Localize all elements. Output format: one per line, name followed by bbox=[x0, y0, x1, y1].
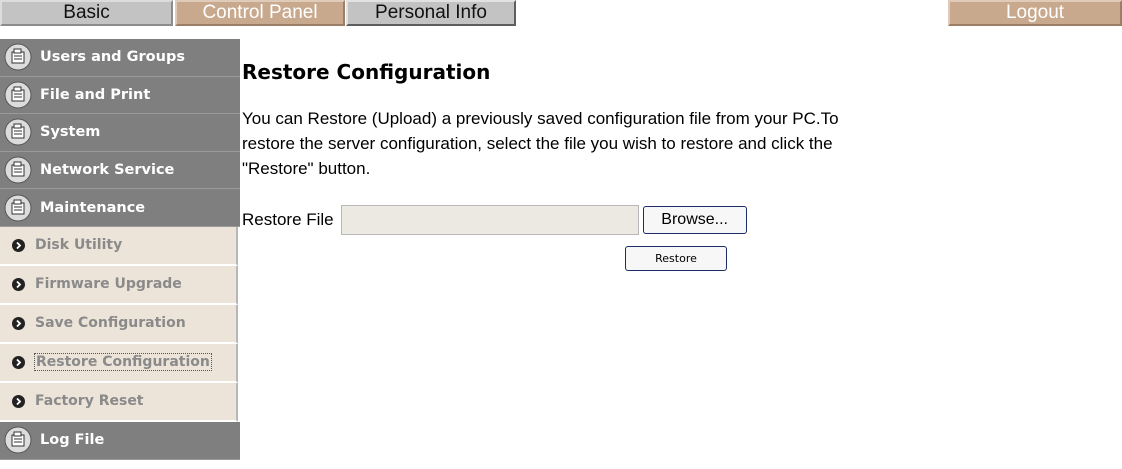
arrow-bullet-icon bbox=[12, 238, 25, 252]
arrow-bullet-icon bbox=[12, 316, 25, 330]
browse-button[interactable]: Browse... bbox=[642, 206, 747, 234]
sidebar-item-label: Restore Configuration bbox=[34, 353, 212, 372]
description-line: restore the server configuration, select… bbox=[242, 134, 833, 153]
folder-icon bbox=[4, 426, 32, 454]
sidebar-item-label: Save Configuration bbox=[35, 315, 186, 332]
folder-icon bbox=[4, 194, 32, 222]
sidebar-item-label: Network Service bbox=[40, 162, 175, 179]
sidebar-item-label: Firmware Upgrade bbox=[35, 276, 182, 293]
description-line: You can Restore (Upload) a previously sa… bbox=[242, 109, 839, 128]
sidebar-item-users-and-groups[interactable]: Users and Groups bbox=[0, 39, 240, 77]
sidebar-item-label: Maintenance bbox=[40, 199, 146, 216]
sidebar-item-restore-configuration[interactable]: Restore Configuration bbox=[0, 343, 238, 383]
arrow-bullet-icon bbox=[12, 277, 25, 291]
folder-icon bbox=[4, 43, 32, 71]
restore-button[interactable]: Restore bbox=[625, 246, 727, 271]
sidebar-item-network-service[interactable]: Network Service bbox=[0, 151, 240, 190]
sidebar-item-label: Users and Groups bbox=[40, 49, 185, 66]
restore-file-row: Restore File Browse... bbox=[242, 205, 747, 235]
tab-basic[interactable]: Basic bbox=[0, 0, 173, 26]
sidebar-item-label: Factory Reset bbox=[35, 393, 144, 410]
sidebar-item-label: System bbox=[40, 124, 101, 141]
sidebar-item-label: File and Print bbox=[40, 86, 151, 103]
description-line: "Restore" button. bbox=[242, 159, 371, 178]
arrow-bullet-icon bbox=[12, 394, 25, 408]
file-path-input[interactable] bbox=[340, 205, 639, 235]
sidebar-item-system[interactable]: System bbox=[0, 114, 240, 152]
restore-file-label: Restore File bbox=[242, 210, 334, 229]
folder-icon bbox=[4, 156, 32, 184]
tab-control-panel[interactable]: Control Panel bbox=[175, 0, 345, 26]
sidebar-item-factory-reset[interactable]: Factory Reset bbox=[0, 382, 238, 422]
sidebar-item-log-file[interactable]: Log File bbox=[0, 421, 240, 460]
main-content: Restore Configuration You can Restore (U… bbox=[242, 60, 1112, 271]
sidebar-item-label: Log File bbox=[40, 432, 105, 449]
folder-icon bbox=[4, 118, 32, 146]
sidebar-item-disk-utility[interactable]: Disk Utility bbox=[0, 226, 238, 266]
sidebar-item-maintenance[interactable]: Maintenance bbox=[0, 189, 240, 227]
description-text: You can Restore (Upload) a previously sa… bbox=[242, 106, 1112, 181]
arrow-bullet-icon bbox=[12, 355, 25, 369]
page-title: Restore Configuration bbox=[242, 60, 491, 84]
sidebar-item-label: Disk Utility bbox=[35, 237, 123, 254]
logout-button[interactable]: Logout bbox=[948, 0, 1122, 26]
folder-icon bbox=[4, 81, 32, 109]
sidebar: Users and Groups File and Print System N… bbox=[0, 39, 240, 460]
tab-personal-info[interactable]: Personal Info bbox=[346, 0, 516, 26]
sidebar-item-firmware-upgrade[interactable]: Firmware Upgrade bbox=[0, 265, 238, 305]
sidebar-item-save-configuration[interactable]: Save Configuration bbox=[0, 304, 238, 344]
sidebar-item-file-and-print[interactable]: File and Print bbox=[0, 76, 240, 115]
